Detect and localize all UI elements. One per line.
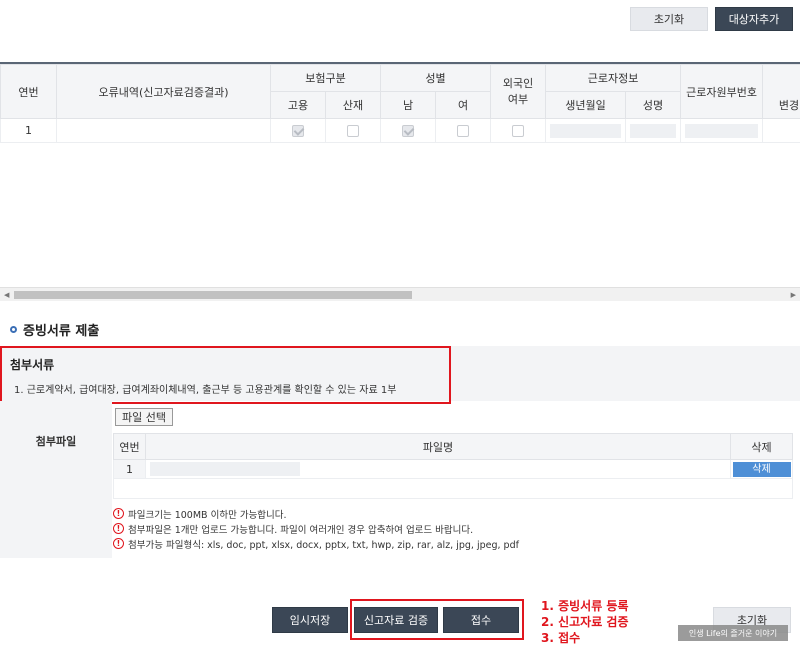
note-item: ! 첨부가능 파일형식: xls, doc, ppt, xlsx, docx, p… (113, 536, 519, 551)
warning-icon: ! (113, 538, 124, 549)
note-item: ! 첨부파일은 1개만 업로드 가능합니다. 파일이 여러개인 경우 압축하여 업… (113, 521, 519, 536)
header-insurance: 보험구분 (269, 64, 382, 92)
delete-file-button[interactable]: 삭제 (732, 461, 791, 477)
file-header-name: 파일명 (145, 433, 731, 460)
note-item: ! 파일크기는 100MB 이하만 가능합니다. (113, 506, 519, 521)
table-row: 1 삭제 (113, 459, 793, 479)
section-title: 증빙서류 제출 (10, 320, 99, 339)
header-gender: 성별 (380, 64, 492, 92)
file-header-seq: 연번 (113, 433, 146, 460)
horizontal-scrollbar[interactable]: ◀ ▶ (0, 287, 800, 301)
circle-bullet-icon (10, 326, 17, 333)
filename-redacted (150, 462, 300, 476)
step-3: 3. 접수 (541, 631, 581, 645)
header-male: 남 (380, 91, 437, 119)
reset-button-top[interactable]: 초기화 (630, 7, 708, 31)
header-error: 오류내역(신고자료검증결과) (56, 64, 271, 119)
highlight-box-notice (0, 346, 451, 404)
header-change: 변경 (762, 64, 800, 119)
header-seq: 연번 (0, 64, 57, 119)
scroll-thumb[interactable] (14, 291, 412, 299)
watermark: 인생 Life의 즐거운 이야기 (678, 625, 788, 641)
header-name: 성명 (625, 91, 682, 119)
empty-file-row (113, 478, 793, 499)
add-target-button[interactable]: 대상자추가 (715, 7, 793, 31)
file-row-seq: 1 (113, 459, 146, 479)
industrial-checkbox[interactable] (347, 125, 359, 137)
worker-grid: 연번 오류내역(신고자료검증결과) 보험구분 성별 외국인 여부 근로자정보 근… (0, 62, 800, 302)
file-table: 연번 파일명 삭제 1 삭제 (113, 433, 793, 499)
header-industrial: 산재 (324, 91, 382, 119)
foreigner-checkbox[interactable] (512, 125, 525, 137)
file-notes: ! 파일크기는 100MB 이하만 가능합니다. ! 첨부파일은 1개만 업로드 가… (113, 506, 519, 551)
header-female: 여 (435, 91, 492, 119)
header-birth: 생년월일 (545, 91, 627, 119)
header-worker-rrn: 근로자원부번호 (680, 64, 764, 119)
scroll-right-icon[interactable]: ▶ (791, 291, 796, 299)
birth-redacted (550, 123, 622, 138)
warning-icon: ! (113, 523, 124, 534)
row-error (56, 118, 271, 143)
scroll-left-icon[interactable]: ◀ (4, 291, 9, 299)
name-redacted (630, 123, 677, 138)
step-2: 2. 신고자료 검증 (541, 615, 629, 629)
table-row[interactable]: 1 (0, 118, 800, 143)
header-worker-info: 근로자정보 (545, 64, 682, 92)
highlight-box-buttons (350, 599, 524, 640)
employ-checkbox[interactable] (292, 125, 304, 137)
file-header-delete: 삭제 (730, 433, 793, 460)
step-annotation: 1. 증빙서류 등록 2. 신고자료 검증 3. 접수 (541, 598, 629, 646)
header-foreigner: 외국인 여부 (490, 64, 547, 119)
header-employ: 고용 (270, 91, 326, 119)
section-title-text: 증빙서류 제출 (23, 324, 100, 339)
worker-rrn-redacted (685, 123, 759, 138)
row-seq: 1 (0, 118, 57, 143)
male-checkbox[interactable] (402, 125, 415, 137)
attachment-label: 첨부파일 (0, 401, 112, 558)
female-checkbox[interactable] (457, 125, 470, 137)
step-1: 1. 증빙서류 등록 (541, 599, 629, 613)
warning-icon: ! (113, 508, 124, 519)
file-select-button[interactable]: 파일 선택 (115, 408, 173, 426)
temp-save-button[interactable]: 임시저장 (272, 607, 348, 633)
